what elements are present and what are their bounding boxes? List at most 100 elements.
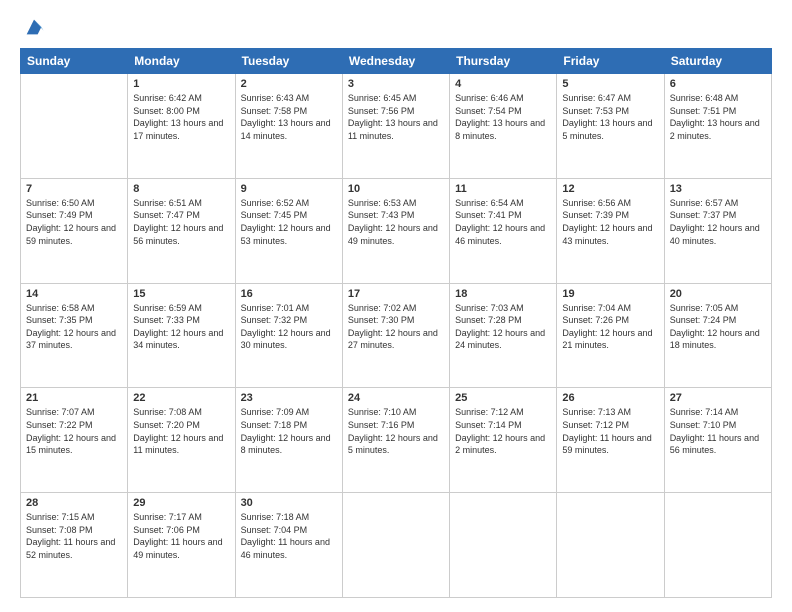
day-number: 5	[562, 78, 658, 90]
calendar-cell: 7 Sunrise: 6:50 AMSunset: 7:49 PMDaylight…	[21, 178, 128, 283]
weekday-header-thursday: Thursday	[450, 49, 557, 74]
day-info: Sunrise: 6:48 AMSunset: 7:51 PMDaylight:…	[670, 92, 766, 142]
day-number: 17	[348, 288, 444, 300]
calendar-table: SundayMondayTuesdayWednesdayThursdayFrid…	[20, 48, 772, 598]
day-info: Sunrise: 7:14 AMSunset: 7:10 PMDaylight:…	[670, 406, 766, 456]
calendar-cell	[557, 493, 664, 598]
logo	[20, 18, 45, 38]
calendar-cell: 9Sunrise: 6:52 AMSunset: 7:45 PMDaylight…	[235, 178, 342, 283]
calendar-cell: 8 Sunrise: 6:51 AMSunset: 7:47 PMDaylight…	[128, 178, 235, 283]
day-info: Sunrise: 6:59 AMSunset: 7:33 PMDaylight:…	[133, 302, 229, 352]
day-number: 3	[348, 78, 444, 90]
week-row-5: 28 Sunrise: 7:15 AMSunset: 7:08 PMDayligh…	[21, 493, 772, 598]
calendar-cell: 24 Sunrise: 7:10 AMSunset: 7:16 PMDayligh…	[342, 388, 449, 493]
day-info: Sunrise: 7:17 AMSunset: 7:06 PMDaylight:…	[133, 511, 229, 561]
calendar-cell: 21 Sunrise: 7:07 AMSunset: 7:22 PMDayligh…	[21, 388, 128, 493]
day-number: 12	[562, 183, 658, 195]
day-number: 21	[26, 392, 122, 404]
day-info: Sunrise: 7:15 AMSunset: 7:08 PMDaylight:…	[26, 511, 122, 561]
day-info: Sunrise: 6:57 AMSunset: 7:37 PMDaylight:…	[670, 197, 766, 247]
day-number: 22	[133, 392, 229, 404]
weekday-header-monday: Monday	[128, 49, 235, 74]
day-info: Sunrise: 6:42 AMSunset: 8:00 PMDaylight:…	[133, 92, 229, 142]
day-info: Sunrise: 7:18 AMSunset: 7:04 PMDaylight:…	[241, 511, 337, 561]
calendar-cell: 10 Sunrise: 6:53 AMSunset: 7:43 PMDayligh…	[342, 178, 449, 283]
calendar-cell: 14Sunrise: 6:58 AMSunset: 7:35 PMDayligh…	[21, 283, 128, 388]
calendar-cell: 23 Sunrise: 7:09 AMSunset: 7:18 PMDayligh…	[235, 388, 342, 493]
weekday-header-sunday: Sunday	[21, 49, 128, 74]
day-number: 15	[133, 288, 229, 300]
day-info: Sunrise: 7:04 AMSunset: 7:26 PMDaylight:…	[562, 302, 658, 352]
day-number: 8	[133, 183, 229, 195]
logo-icon	[23, 16, 45, 38]
day-info: Sunrise: 6:43 AMSunset: 7:58 PMDaylight:…	[241, 92, 337, 142]
day-info: Sunrise: 7:02 AMSunset: 7:30 PMDaylight:…	[348, 302, 444, 352]
calendar-cell: 16 Sunrise: 7:01 AMSunset: 7:32 PMDayligh…	[235, 283, 342, 388]
day-info: Sunrise: 6:53 AMSunset: 7:43 PMDaylight:…	[348, 197, 444, 247]
calendar-cell: 28 Sunrise: 7:15 AMSunset: 7:08 PMDayligh…	[21, 493, 128, 598]
day-info: Sunrise: 7:03 AMSunset: 7:28 PMDaylight:…	[455, 302, 551, 352]
day-info: Sunrise: 7:07 AMSunset: 7:22 PMDaylight:…	[26, 406, 122, 456]
calendar-cell: 3Sunrise: 6:45 AMSunset: 7:56 PMDaylight…	[342, 74, 449, 179]
day-info: Sunrise: 6:46 AMSunset: 7:54 PMDaylight:…	[455, 92, 551, 142]
day-number: 10	[348, 183, 444, 195]
day-number: 23	[241, 392, 337, 404]
calendar-cell: 13 Sunrise: 6:57 AMSunset: 7:37 PMDayligh…	[664, 178, 771, 283]
calendar-cell: 11Sunrise: 6:54 AMSunset: 7:41 PMDayligh…	[450, 178, 557, 283]
weekday-header-wednesday: Wednesday	[342, 49, 449, 74]
weekday-header-row: SundayMondayTuesdayWednesdayThursdayFrid…	[21, 49, 772, 74]
day-number: 6	[670, 78, 766, 90]
calendar-cell: 22 Sunrise: 7:08 AMSunset: 7:20 PMDayligh…	[128, 388, 235, 493]
day-info: Sunrise: 6:51 AMSunset: 7:47 PMDaylight:…	[133, 197, 229, 247]
day-number: 30	[241, 497, 337, 509]
calendar-cell: 1 Sunrise: 6:42 AMSunset: 8:00 PMDaylight…	[128, 74, 235, 179]
header	[20, 18, 772, 38]
day-info: Sunrise: 6:54 AMSunset: 7:41 PMDaylight:…	[455, 197, 551, 247]
page: SundayMondayTuesdayWednesdayThursdayFrid…	[0, 0, 792, 612]
calendar-cell: 27Sunrise: 7:14 AMSunset: 7:10 PMDayligh…	[664, 388, 771, 493]
day-number: 4	[455, 78, 551, 90]
day-number: 18	[455, 288, 551, 300]
day-number: 29	[133, 497, 229, 509]
calendar-cell: 12 Sunrise: 6:56 AMSunset: 7:39 PMDayligh…	[557, 178, 664, 283]
calendar-cell: 26Sunrise: 7:13 AMSunset: 7:12 PMDayligh…	[557, 388, 664, 493]
day-info: Sunrise: 6:56 AMSunset: 7:39 PMDaylight:…	[562, 197, 658, 247]
day-info: Sunrise: 7:12 AMSunset: 7:14 PMDaylight:…	[455, 406, 551, 456]
day-info: Sunrise: 7:01 AMSunset: 7:32 PMDaylight:…	[241, 302, 337, 352]
weekday-header-tuesday: Tuesday	[235, 49, 342, 74]
calendar-cell: 18 Sunrise: 7:03 AMSunset: 7:28 PMDayligh…	[450, 283, 557, 388]
day-number: 9	[241, 183, 337, 195]
calendar-cell: 2 Sunrise: 6:43 AMSunset: 7:58 PMDaylight…	[235, 74, 342, 179]
day-number: 19	[562, 288, 658, 300]
day-info: Sunrise: 7:13 AMSunset: 7:12 PMDaylight:…	[562, 406, 658, 456]
calendar-cell	[342, 493, 449, 598]
day-info: Sunrise: 7:05 AMSunset: 7:24 PMDaylight:…	[670, 302, 766, 352]
day-info: Sunrise: 6:58 AMSunset: 7:35 PMDaylight:…	[26, 302, 122, 352]
calendar-cell	[450, 493, 557, 598]
day-number: 25	[455, 392, 551, 404]
calendar-cell	[664, 493, 771, 598]
calendar-cell: 6 Sunrise: 6:48 AMSunset: 7:51 PMDaylight…	[664, 74, 771, 179]
day-info: Sunrise: 7:10 AMSunset: 7:16 PMDaylight:…	[348, 406, 444, 456]
week-row-3: 14Sunrise: 6:58 AMSunset: 7:35 PMDayligh…	[21, 283, 772, 388]
week-row-1: 1 Sunrise: 6:42 AMSunset: 8:00 PMDaylight…	[21, 74, 772, 179]
calendar-cell: 30 Sunrise: 7:18 AMSunset: 7:04 PMDayligh…	[235, 493, 342, 598]
calendar-cell	[21, 74, 128, 179]
day-number: 24	[348, 392, 444, 404]
calendar-cell: 4 Sunrise: 6:46 AMSunset: 7:54 PMDaylight…	[450, 74, 557, 179]
day-number: 28	[26, 497, 122, 509]
day-number: 1	[133, 78, 229, 90]
day-info: Sunrise: 7:08 AMSunset: 7:20 PMDaylight:…	[133, 406, 229, 456]
weekday-header-friday: Friday	[557, 49, 664, 74]
day-number: 16	[241, 288, 337, 300]
day-info: Sunrise: 6:50 AMSunset: 7:49 PMDaylight:…	[26, 197, 122, 247]
calendar-cell: 20 Sunrise: 7:05 AMSunset: 7:24 PMDayligh…	[664, 283, 771, 388]
calendar-cell: 5Sunrise: 6:47 AMSunset: 7:53 PMDaylight…	[557, 74, 664, 179]
day-number: 7	[26, 183, 122, 195]
day-number: 2	[241, 78, 337, 90]
day-info: Sunrise: 7:09 AMSunset: 7:18 PMDaylight:…	[241, 406, 337, 456]
day-number: 13	[670, 183, 766, 195]
day-number: 20	[670, 288, 766, 300]
week-row-4: 21 Sunrise: 7:07 AMSunset: 7:22 PMDayligh…	[21, 388, 772, 493]
calendar-cell: 19 Sunrise: 7:04 AMSunset: 7:26 PMDayligh…	[557, 283, 664, 388]
